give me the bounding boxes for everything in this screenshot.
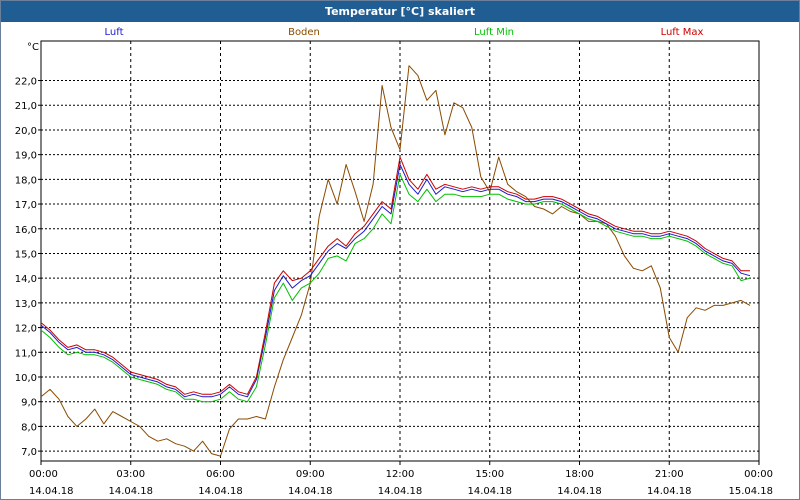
x-tick-time-label: 06:00	[206, 469, 235, 480]
x-axis-ticks: 00:00 14.04.18 03:00 14.04.18 06:00 14.04.18 0…	[29, 461, 773, 497]
y-tick-label: 11,0	[15, 348, 37, 359]
x-tick-time-label: 12:00	[386, 469, 415, 480]
x-tick-date-label: 14.04.18	[557, 486, 602, 497]
x-tick-time-label: 18:00	[565, 469, 594, 480]
y-tick-label: 13,0	[15, 299, 37, 310]
chart-window: Temperatur [°C] skaliert 7,0 8,0 9,0 10,0 11…	[0, 0, 800, 500]
y-tick-label: 8,0	[21, 422, 37, 433]
x-tick-time-label: 09:00	[296, 469, 325, 480]
y-tick-label: 15,0	[15, 249, 37, 260]
x-tick-time-label: 03:00	[116, 469, 145, 480]
x-tick-date-label: 14.04.18	[647, 486, 692, 497]
x-tick-date-label: 14.04.18	[467, 486, 512, 497]
y-tick-label: 12,0	[15, 324, 37, 335]
x-tick-time-label: 00:00	[744, 469, 773, 480]
temperature-chart: 7,0 8,0 9,0 10,0 11,0 12,0 13,0 14,0 15,0 16,0 17,…	[15, 27, 773, 497]
legend: Boden Luft Luft Min Luft Max	[105, 27, 704, 38]
y-tick-label: 20,0	[15, 126, 37, 137]
legend-entry-luft: Luft	[105, 27, 124, 38]
x-tick-date-label: 14.04.18	[198, 486, 243, 497]
legend-entry-luft-max: Luft Max	[661, 27, 704, 38]
x-tick-time-label: 00:00	[29, 469, 58, 480]
y-tick-label: 21,0	[15, 101, 37, 112]
legend-entry-luft-min: Luft Min	[474, 27, 514, 38]
y-tick-label: 18,0	[15, 175, 37, 186]
y-tick-label: 19,0	[15, 151, 37, 162]
x-tick-time-label: 15:00	[475, 469, 504, 480]
x-tick-date-label: 14.04.18	[378, 486, 423, 497]
y-tick-label: 7,0	[21, 447, 37, 458]
y-axis-ticks: 7,0 8,0 9,0 10,0 11,0 12,0 13,0 14,0 15,0 16,0 17,…	[15, 77, 41, 458]
y-tick-label: 10,0	[15, 373, 37, 384]
y-tick-label: 9,0	[21, 398, 37, 409]
x-tick-time-label: 21:00	[655, 469, 684, 480]
x-tick-date-label: 14.04.18	[108, 486, 153, 497]
y-tick-label: 16,0	[15, 225, 37, 236]
y-tick-label: 14,0	[15, 274, 37, 285]
y-tick-label: 22,0	[15, 77, 37, 88]
y-axis-unit-label: °C	[27, 42, 39, 53]
x-tick-date-label: 15.04.18	[728, 486, 773, 497]
y-tick-label: 17,0	[15, 200, 37, 211]
legend-entry-boden: Boden	[288, 27, 320, 38]
x-tick-date-label: 14.04.18	[29, 486, 74, 497]
x-tick-date-label: 14.04.18	[288, 486, 333, 497]
